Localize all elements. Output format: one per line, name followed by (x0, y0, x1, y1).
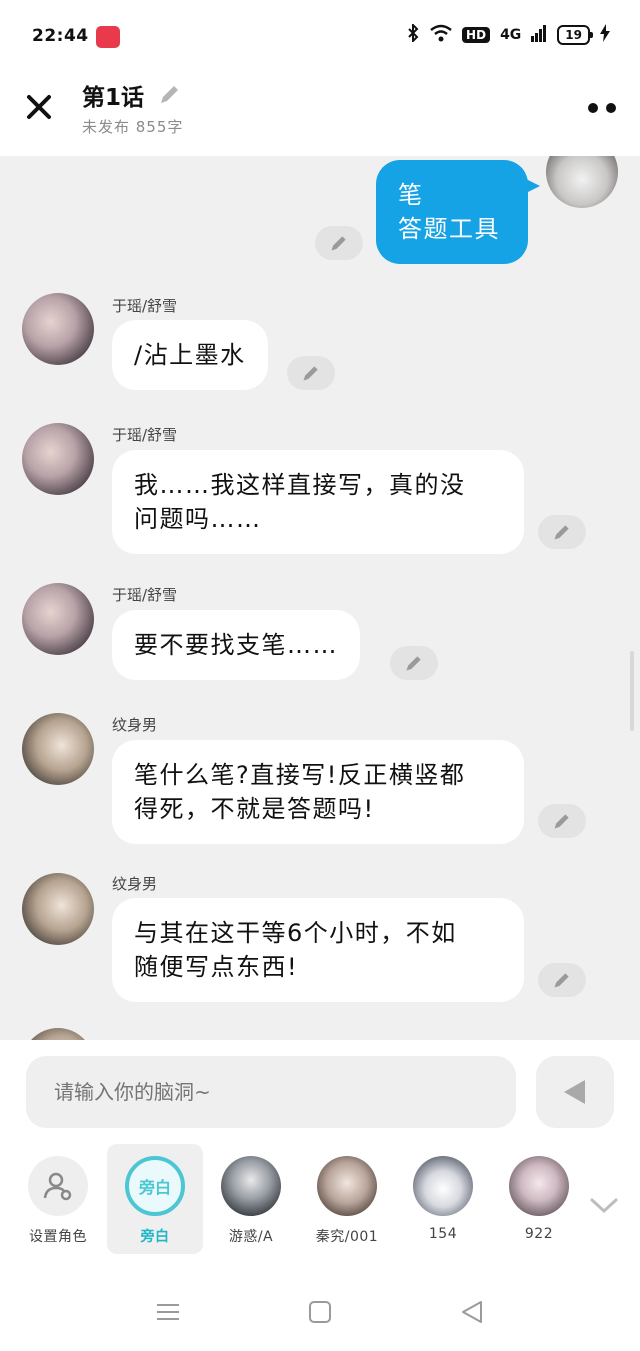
wifi-icon (430, 24, 452, 46)
role-character[interactable]: 游惑/A (203, 1144, 299, 1254)
edit-message-button[interactable] (538, 515, 586, 549)
role-set-character[interactable]: 设置角色 (10, 1144, 106, 1254)
dot-icon (588, 103, 598, 113)
chat-area[interactable]: 笔 答题工具 于瑶/舒雪 /沾上墨水 于瑶/舒雪 我……我这样直接写，真的没 问… (0, 156, 640, 1040)
edit-message-button[interactable] (390, 646, 438, 680)
message-line: 随便写点东西! (134, 953, 299, 981)
avatar[interactable] (22, 1028, 94, 1040)
pencil-icon (331, 236, 346, 251)
message-bubble[interactable]: /沾上墨水 (112, 320, 268, 390)
pencil-icon (554, 973, 569, 988)
back-nav-button[interactable] (458, 1298, 486, 1326)
home-nav-button[interactable] (306, 1298, 334, 1326)
message-line: 问题吗…… (134, 505, 262, 533)
avatar[interactable] (546, 156, 618, 208)
edit-message-button[interactable] (315, 226, 363, 260)
message-line: 要不要找支笔…… (134, 631, 338, 659)
role-character[interactable]: 154 (395, 1144, 491, 1254)
charging-icon (600, 24, 610, 46)
avatar[interactable] (22, 293, 94, 365)
compose-panel: 设置角色 旁白 旁白 游惑/A 秦究/001 154 922 (0, 1040, 640, 1270)
speaker-name: 于瑶/舒雪 (112, 426, 178, 444)
status-time: 22:44 (32, 26, 89, 46)
edit-message-button[interactable] (538, 963, 586, 997)
message-line: 得死，不就是答题吗! (134, 795, 375, 823)
message-line: 我……我这样直接写，真的没 (134, 471, 466, 499)
role-label: 秦究/001 (315, 1229, 379, 1245)
chapter-title: 第1话 (82, 85, 145, 111)
edit-message-button[interactable] (538, 804, 586, 838)
role-label: 设置角色 (29, 1229, 87, 1245)
person-settings-icon (28, 1156, 88, 1216)
chevron-down-icon (590, 1198, 618, 1214)
menu-nav-button[interactable] (154, 1298, 182, 1326)
scrollbar[interactable] (630, 651, 634, 731)
app-notification-icon (96, 26, 120, 48)
pencil-icon (161, 86, 178, 103)
speaker-name: 于瑶/舒雪 (112, 297, 178, 315)
more-options-button[interactable] (584, 98, 616, 118)
edit-message-button[interactable] (287, 356, 335, 390)
pencil-icon (406, 656, 421, 671)
role-label: 154 (428, 1226, 458, 1242)
avatar (317, 1156, 377, 1216)
editor-header: 第1话 未发布 855字 (0, 70, 640, 156)
narrator-avatar: 旁白 (125, 1156, 185, 1216)
battery-indicator: 19 (557, 25, 593, 45)
avatar[interactable] (22, 873, 94, 945)
network-label: 4G (500, 27, 522, 43)
status-bar: 22:44 HD 4G 19 (0, 0, 640, 70)
message-bubble[interactable]: 我……我这样直接写，真的没 问题吗…… (112, 450, 524, 554)
message-line: 答题工具 (398, 215, 500, 243)
signal-icon (531, 24, 547, 46)
speaker-name: 纹身男 (112, 716, 158, 734)
avatar[interactable] (22, 713, 94, 785)
avatar (509, 1156, 569, 1216)
role-label: 922 (524, 1226, 554, 1242)
chapter-status: 未发布 855字 (82, 118, 184, 136)
bluetooth-icon (406, 22, 420, 46)
pencil-icon (303, 366, 318, 381)
avatar[interactable] (22, 423, 94, 495)
avatar (413, 1156, 473, 1216)
role-label: 旁白 (140, 1229, 170, 1245)
close-icon (27, 95, 51, 119)
system-nav-bar (0, 1270, 640, 1351)
role-selector: 设置角色 旁白 旁白 游惑/A 秦究/001 154 922 (0, 1144, 640, 1254)
expand-roles-button[interactable] (588, 1194, 620, 1218)
role-character[interactable]: 秦究/001 (299, 1144, 395, 1254)
close-button[interactable] (22, 90, 56, 124)
avatar[interactable] (22, 583, 94, 655)
role-character[interactable]: 922 (491, 1144, 587, 1254)
message-bubble-self[interactable]: 笔 答题工具 (376, 160, 540, 264)
edit-title-button[interactable] (158, 82, 182, 106)
speaker-name: 于瑶/舒雪 (112, 586, 178, 604)
status-icons: HD 4G 19 (406, 22, 610, 46)
back-icon (462, 1301, 482, 1323)
pencil-icon (554, 814, 569, 829)
message-line: 笔 (398, 181, 424, 209)
role-narrator[interactable]: 旁白 旁白 (107, 1144, 203, 1254)
dot-icon (606, 103, 616, 113)
message-bubble[interactable]: 要不要找支笔…… (112, 610, 360, 680)
message-input[interactable] (26, 1056, 516, 1128)
speaker-name: 纹身男 (112, 875, 158, 893)
send-icon (564, 1080, 585, 1104)
hd-badge: HD (462, 27, 491, 43)
home-icon (309, 1301, 331, 1323)
message-line: 笔什么笔?直接写!反正横竖都 (134, 761, 466, 789)
avatar (221, 1156, 281, 1216)
pencil-icon (554, 525, 569, 540)
message-bubble[interactable]: 与其在这干等6个小时，不如 随便写点东西! (112, 898, 524, 1002)
message-bubble[interactable]: 笔什么笔?直接写!反正横竖都 得死，不就是答题吗! (112, 740, 524, 844)
message-line: 与其在这干等6个小时，不如 (134, 919, 457, 947)
menu-icon (157, 1304, 179, 1320)
send-button[interactable] (536, 1056, 614, 1128)
message-line: /沾上墨水 (134, 341, 246, 369)
role-label: 游惑/A (228, 1229, 274, 1245)
